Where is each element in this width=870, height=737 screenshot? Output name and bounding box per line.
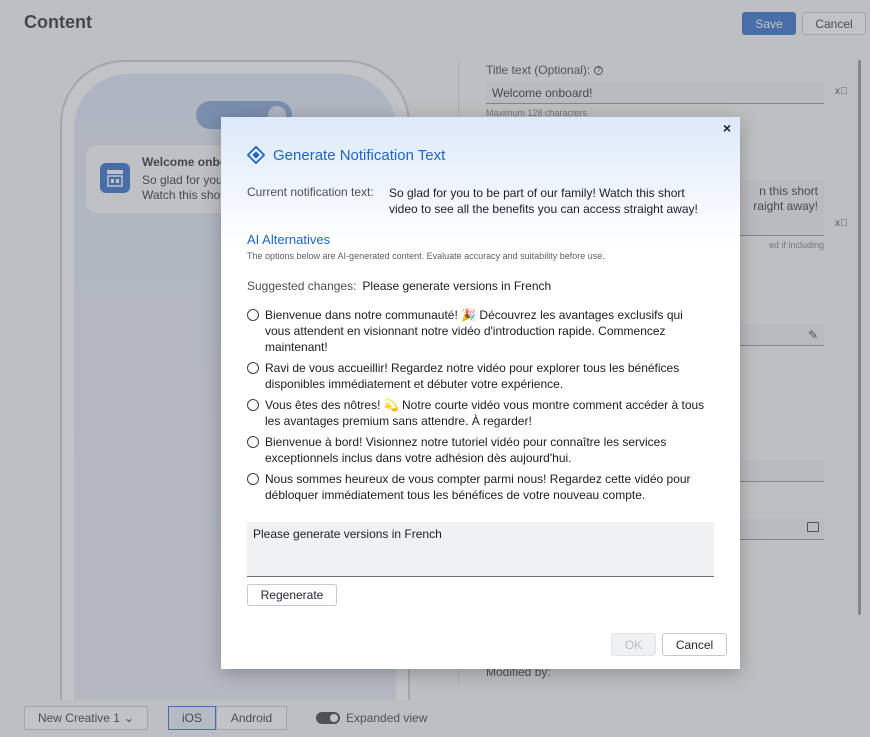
modal-title-text: Generate Notification Text xyxy=(273,146,446,164)
modal-cancel-button[interactable]: Cancel xyxy=(662,633,727,656)
option-text: Vous êtes des nôtres! 💫 Notre courte vid… xyxy=(265,398,705,428)
ok-button[interactable]: OK xyxy=(611,633,656,656)
current-notification-row: Current notification text: So glad for y… xyxy=(247,185,709,217)
radio-button[interactable] xyxy=(247,362,259,374)
radio-button[interactable] xyxy=(247,436,259,448)
ai-logo-icon xyxy=(247,146,265,164)
alternative-option[interactable]: Bienvenue à bord! Visionnez notre tutori… xyxy=(247,434,707,466)
modal-title: Generate Notification Text xyxy=(247,146,445,164)
radio-button[interactable] xyxy=(247,399,259,411)
alternatives-list: Bienvenue dans notre communauté! 🎉 Décou… xyxy=(247,307,707,508)
alternative-option[interactable]: Bienvenue dans notre communauté! 🎉 Décou… xyxy=(247,307,707,355)
radio-button[interactable] xyxy=(247,309,259,321)
close-icon[interactable]: × xyxy=(723,120,731,136)
generate-text-modal: × Generate Notification Text Current not… xyxy=(221,117,740,669)
ai-alternatives-heading: AI Alternatives xyxy=(247,232,331,247)
option-text: Bienvenue dans notre communauté! 🎉 Décou… xyxy=(265,308,683,354)
suggested-changes-row: Suggested changes: Please generate versi… xyxy=(247,279,551,293)
alternative-option[interactable]: Ravi de vous accueillir! Regardez notre … xyxy=(247,360,707,392)
suggested-changes-value: Please generate versions in French xyxy=(362,279,552,293)
alternative-option[interactable]: Vous êtes des nôtres! 💫 Notre courte vid… xyxy=(247,397,707,429)
radio-button[interactable] xyxy=(247,473,259,485)
modal-header-gradient xyxy=(221,117,740,247)
current-text-label: Current notification text: xyxy=(247,185,374,199)
regenerate-button[interactable]: Regenerate xyxy=(247,584,337,606)
current-text-value: So glad for you to be part of our family… xyxy=(389,186,698,216)
alternative-option[interactable]: Nous sommes heureux de vous compter parm… xyxy=(247,471,707,503)
option-text: Ravi de vous accueillir! Regardez notre … xyxy=(265,361,680,391)
prompt-textarea[interactable]: Please generate versions in French xyxy=(247,522,714,577)
option-text: Nous sommes heureux de vous compter parm… xyxy=(265,472,691,502)
option-text: Bienvenue à bord! Visionnez notre tutori… xyxy=(265,435,667,465)
suggested-changes-label: Suggested changes: xyxy=(247,279,357,293)
ai-disclaimer: The options below are AI-generated conte… xyxy=(247,251,605,261)
